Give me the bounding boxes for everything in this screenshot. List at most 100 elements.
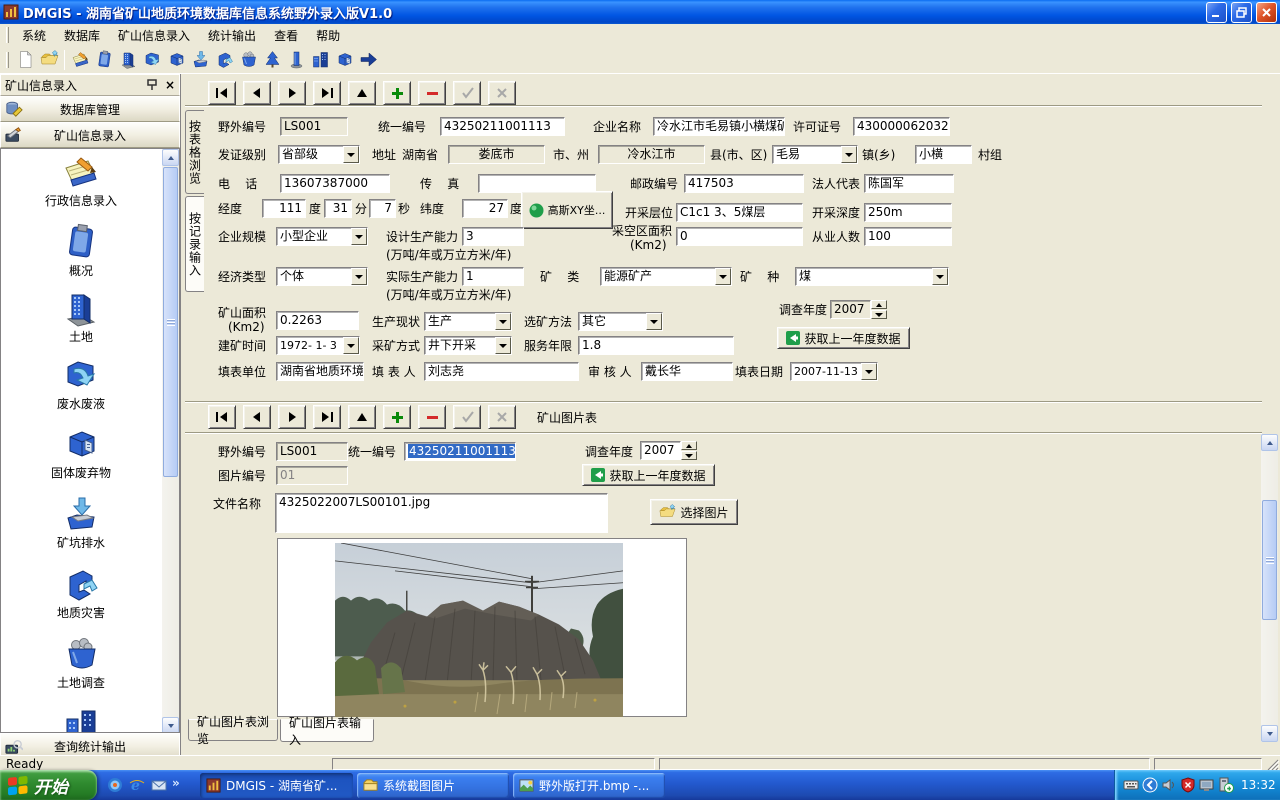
design-capacity-input[interactable]: 3 <box>462 227 524 246</box>
service-years-input[interactable]: 1.8 <box>578 336 734 355</box>
county-dropdown[interactable]: 毛易 <box>772 145 858 164</box>
license-no-input[interactable]: 4300000620321 <box>853 117 950 136</box>
choose-picture-button[interactable]: 选择图片 <box>650 499 738 525</box>
pic-fetch-previous-year-button[interactable]: 获取上一年度数据 <box>582 464 715 486</box>
nav-delete-button[interactable] <box>418 81 446 105</box>
spin-down-icon[interactable] <box>871 310 887 319</box>
build-time-dropdown[interactable]: 1972- 1- 3 <box>276 336 360 355</box>
nav-first-button[interactable] <box>208 405 236 429</box>
mine-area-input[interactable]: 0.2263 <box>276 311 359 330</box>
enterprise-name-input[interactable]: 冷水江市毛易镇小横煤矿 <box>653 117 785 136</box>
latitude-deg-input[interactable]: 27 <box>462 199 508 218</box>
dropdown-arrow-icon[interactable] <box>932 268 948 285</box>
menu-database[interactable]: 数据库 <box>55 24 109 47</box>
sidebar-section-mine-info-entry[interactable]: 矿山信息录入 <box>0 122 180 148</box>
nav-last-button[interactable] <box>313 81 341 105</box>
nav-insert-button[interactable] <box>383 81 411 105</box>
mining-layer-input[interactable]: C1c1 3、5煤层 <box>676 203 803 222</box>
land-survey-icon[interactable] <box>236 48 260 72</box>
tab-picture-table-input[interactable]: 矿山图片表输入 <box>280 719 374 742</box>
unified-no-input[interactable]: 43250211001113 <box>440 117 565 136</box>
nav-post-button[interactable] <box>453 81 481 105</box>
sidebar-item-wastewater[interactable]: 废水废液 <box>1 356 161 412</box>
sidebar-item-solid-waste[interactable]: 固体废弃物 <box>1 425 161 481</box>
land-building-icon[interactable] <box>116 48 140 72</box>
mine-kind-dropdown[interactable]: 煤 <box>795 267 949 286</box>
dropdown-arrow-icon[interactable] <box>841 146 857 163</box>
nav-first-button[interactable] <box>208 81 236 105</box>
start-button[interactable]: 开始 <box>0 770 97 800</box>
legal-rep-input[interactable]: 陈国军 <box>864 174 954 193</box>
dropdown-arrow-icon[interactable] <box>343 337 359 354</box>
sidebar-item-overview[interactable]: 概况 <box>1 223 161 279</box>
gauss-xy-button[interactable]: 高斯XY坐... <box>521 191 613 229</box>
nav-cancel-button[interactable] <box>488 81 516 105</box>
pic-survey-year-spinner[interactable]: 2007 <box>640 441 697 460</box>
security-shield-tray-icon[interactable] <box>1180 777 1196 793</box>
nav-next-button[interactable] <box>278 405 306 429</box>
updates-tray-icon[interactable] <box>1218 777 1234 793</box>
nav-next-button[interactable] <box>278 81 306 105</box>
scroll-down-button[interactable] <box>1261 725 1278 742</box>
tab-picture-table-browse[interactable]: 矿山图片表浏览 <box>188 719 278 741</box>
pic-field-no-input[interactable]: LS001 <box>276 442 348 461</box>
file-name-input[interactable]: 4325022007LS00101.jpg <box>275 493 608 533</box>
quick-launch-ie-icon[interactable]: e <box>128 776 146 794</box>
export-icon[interactable] <box>356 48 380 72</box>
spin-up-icon[interactable] <box>681 441 697 450</box>
sidebar-item-geo-hazard[interactable]: 地质灾害 <box>1 565 161 621</box>
fill-unit-input[interactable]: 湖南省地质环境 <box>276 362 364 381</box>
city-input[interactable]: 娄底市 <box>448 145 545 164</box>
quick-launch-chevron-icon[interactable]: » <box>172 776 180 790</box>
fill-person-input[interactable]: 刘志尧 <box>424 362 579 381</box>
menu-mine-info-entry[interactable]: 矿山信息录入 <box>109 24 199 47</box>
sidebar-item-land-survey[interactable]: 土地调查 <box>1 635 161 691</box>
economic-type-dropdown[interactable]: 个体 <box>276 267 368 286</box>
dropdown-arrow-icon[interactable] <box>351 228 367 245</box>
geo-hazard-icon[interactable] <box>212 48 236 72</box>
menu-help[interactable]: 帮助 <box>307 24 349 47</box>
actual-capacity-input[interactable]: 1 <box>462 267 524 286</box>
field-no-input[interactable]: LS001 <box>280 117 348 136</box>
minimize-button[interactable] <box>1206 2 1227 23</box>
mining-method-dropdown[interactable]: 井下开采 <box>424 336 512 355</box>
menu-view[interactable]: 查看 <box>265 24 307 47</box>
solid-waste-icon[interactable] <box>164 48 188 72</box>
menubar-grip[interactable] <box>6 27 9 43</box>
spin-down-icon[interactable] <box>681 451 697 460</box>
sidebar-close-icon[interactable]: × <box>165 78 175 92</box>
fetch-previous-year-button[interactable]: 获取上一年度数据 <box>777 327 910 349</box>
nav-cancel-button[interactable] <box>488 405 516 429</box>
sidebar-section-database-manage[interactable]: 数据库管理 <box>0 96 180 122</box>
tab-input-by-record[interactable]: 按记录输入 <box>185 196 204 292</box>
dropdown-arrow-icon[interactable] <box>861 363 877 380</box>
spin-up-icon[interactable] <box>871 300 887 309</box>
sidebar-item-partial[interactable] <box>1 706 161 733</box>
scroll-thumb[interactable] <box>1262 500 1277 620</box>
city-icon[interactable] <box>308 48 332 72</box>
pic-unified-no-input[interactable]: 43250211001113 <box>404 442 516 461</box>
dropdown-arrow-icon[interactable] <box>646 313 662 330</box>
nav-edit-button[interactable] <box>348 405 376 429</box>
longitude-min-input[interactable]: 31 <box>324 199 352 218</box>
production-status-dropdown[interactable]: 生产 <box>424 312 512 331</box>
nav-edit-button[interactable] <box>348 81 376 105</box>
hide-icons-chevron-icon[interactable] <box>1142 777 1158 793</box>
vegetation-icon[interactable] <box>260 48 284 72</box>
dressing-method-dropdown[interactable]: 其它 <box>578 312 663 331</box>
open-file-icon[interactable] <box>37 48 61 72</box>
employees-input[interactable]: 100 <box>864 227 952 246</box>
fill-date-dropdown[interactable]: 2007-11-13 <box>790 362 878 381</box>
restore-button[interactable] <box>1231 2 1252 23</box>
sidebar-item-land[interactable]: 土地 <box>1 289 161 345</box>
mining-depth-input[interactable]: 250m <box>864 203 952 222</box>
cert-level-dropdown[interactable]: 省部级 <box>278 145 360 164</box>
record-entry-icon[interactable] <box>68 48 92 72</box>
new-file-icon[interactable] <box>13 48 37 72</box>
mine-drainage-icon[interactable] <box>188 48 212 72</box>
pin-icon[interactable] <box>145 78 159 92</box>
column-icon[interactable] <box>284 48 308 72</box>
taskbar-window-dmgis[interactable]: DMGIS - 湖南省矿... <box>200 773 353 798</box>
longitude-sec-input[interactable]: 7 <box>369 199 396 218</box>
content-scrollbar[interactable] <box>1261 434 1278 742</box>
